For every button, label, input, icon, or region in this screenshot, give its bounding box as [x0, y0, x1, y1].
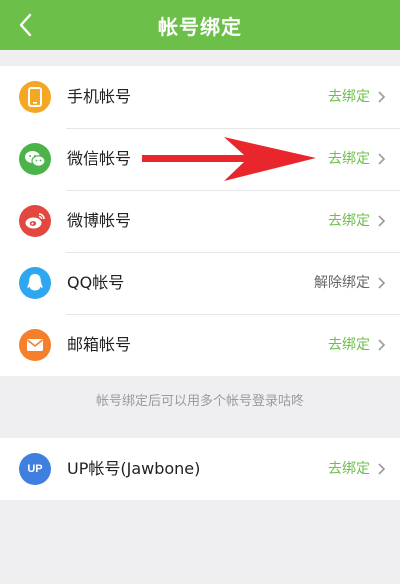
top-bar: 帐号绑定	[0, 0, 400, 50]
bind-link[interactable]: 去绑定	[328, 66, 370, 128]
back-button[interactable]	[10, 10, 40, 40]
weibo-icon	[19, 205, 51, 237]
wechat-icon	[19, 143, 51, 175]
mail-icon	[19, 329, 51, 361]
account-row-phone[interactable]: 手机帐号 去绑定	[0, 66, 400, 128]
chevron-right-icon	[378, 91, 386, 103]
account-label: 微博帐号	[67, 211, 132, 230]
bind-link[interactable]: 去绑定	[328, 128, 370, 190]
account-row-qq[interactable]: QQ帐号 解除绑定	[0, 252, 400, 314]
up-icon: UP	[19, 453, 51, 485]
hint-text: 帐号绑定后可以用多个帐号登录咕咚	[95, 394, 304, 409]
chevron-right-icon	[378, 153, 386, 165]
chevron-right-icon	[378, 339, 386, 351]
unbind-link[interactable]: 解除绑定	[314, 252, 370, 314]
account-row-weibo[interactable]: 微博帐号 去绑定	[0, 190, 400, 252]
bind-link[interactable]: 去绑定	[328, 438, 370, 500]
account-label: 微信帐号	[67, 149, 132, 168]
account-list: 手机帐号 去绑定 微信帐号 去绑定 微博帐号 去绑定 QQ帐号 解除绑定 邮箱帐…	[0, 66, 400, 376]
up-account-group: UP UP帐号(Jawbone) 去绑定	[0, 438, 400, 500]
account-row-mail[interactable]: 邮箱帐号 去绑定	[0, 314, 400, 376]
chevron-right-icon	[378, 277, 386, 289]
qq-icon	[19, 267, 51, 299]
phone-icon	[19, 81, 51, 113]
account-row-up[interactable]: UP UP帐号(Jawbone) 去绑定	[0, 438, 400, 500]
account-label: QQ帐号	[67, 273, 125, 292]
chevron-right-icon	[378, 215, 386, 227]
chevron-left-icon	[19, 13, 32, 37]
bind-link[interactable]: 去绑定	[328, 314, 370, 376]
chevron-right-icon	[378, 463, 386, 475]
account-label: UP帐号(Jawbone)	[67, 459, 201, 478]
account-label: 手机帐号	[67, 87, 132, 106]
page-title: 帐号绑定	[158, 14, 242, 39]
account-label: 邮箱帐号	[67, 335, 132, 354]
bind-link[interactable]: 去绑定	[328, 190, 370, 252]
account-row-wechat[interactable]: 微信帐号 去绑定	[0, 128, 400, 190]
